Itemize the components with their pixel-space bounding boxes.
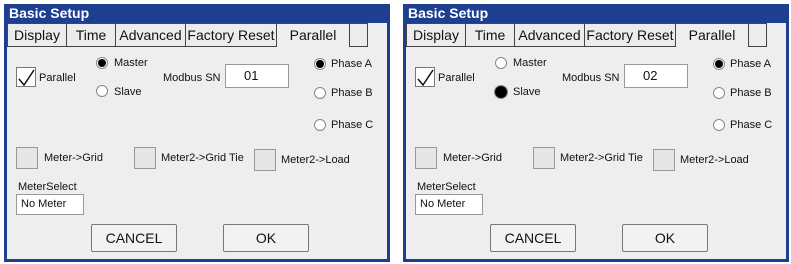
meter2-grid-tie-button[interactable] bbox=[533, 147, 555, 169]
modbus-sn-field[interactable]: 01 bbox=[225, 64, 289, 88]
slave-radio[interactable] bbox=[96, 85, 108, 97]
master-label: Master bbox=[114, 57, 148, 69]
phase-b-radio[interactable] bbox=[713, 87, 725, 99]
phase-c-label: Phase C bbox=[331, 119, 374, 131]
check-mark-icon bbox=[417, 69, 434, 87]
tab-factory-reset[interactable]: Factory Reset bbox=[585, 23, 676, 47]
cancel-button[interactable]: CANCEL bbox=[490, 224, 576, 252]
cancel-button[interactable]: CANCEL bbox=[91, 224, 177, 252]
phase-a-radio[interactable] bbox=[713, 58, 725, 70]
meter2-grid-tie-label: Meter2->Grid Tie bbox=[560, 152, 643, 164]
slave-radio[interactable] bbox=[494, 85, 508, 99]
meter-select-field[interactable]: No Meter bbox=[16, 194, 84, 215]
tab-bar: Display Time Advanced Factory Reset Para… bbox=[7, 23, 368, 47]
radio-selected-dot bbox=[715, 60, 723, 68]
ok-button[interactable]: OK bbox=[223, 224, 309, 252]
setup-panel: Display Time Advanced Factory Reset Para… bbox=[7, 23, 387, 259]
basic-setup-window-1: Basic Setup Display Time Advanced Factor… bbox=[4, 4, 390, 262]
tab-display[interactable]: Display bbox=[7, 23, 67, 47]
parallel-checkbox[interactable] bbox=[16, 67, 36, 87]
meter2-grid-tie-button[interactable] bbox=[134, 147, 156, 169]
meter-select-label: MeterSelect bbox=[18, 181, 77, 193]
meter2-load-label: Meter2->Load bbox=[680, 154, 749, 166]
meter-select-label: MeterSelect bbox=[417, 181, 476, 193]
radio-selected-dot bbox=[495, 86, 507, 98]
phase-c-radio[interactable] bbox=[314, 119, 326, 131]
master-label: Master bbox=[513, 57, 547, 69]
tab-advanced[interactable]: Advanced bbox=[116, 23, 186, 47]
meter2-load-label: Meter2->Load bbox=[281, 154, 350, 166]
meter-grid-button[interactable] bbox=[415, 147, 437, 169]
modbus-sn-label: Modbus SN bbox=[163, 72, 221, 84]
tab-time[interactable]: Time bbox=[466, 23, 515, 47]
tab-parallel[interactable]: Parallel bbox=[277, 23, 350, 47]
tab-filler bbox=[749, 23, 767, 47]
meter2-load-button[interactable] bbox=[254, 149, 276, 171]
meter2-load-button[interactable] bbox=[653, 149, 675, 171]
tab-bar: Display Time Advanced Factory Reset Para… bbox=[406, 23, 767, 47]
phase-b-radio[interactable] bbox=[314, 87, 326, 99]
window-title: Basic Setup bbox=[9, 5, 90, 21]
radio-selected-dot bbox=[316, 60, 324, 68]
phase-c-radio[interactable] bbox=[713, 119, 725, 131]
tab-time[interactable]: Time bbox=[67, 23, 116, 47]
tab-display[interactable]: Display bbox=[406, 23, 466, 47]
tab-advanced[interactable]: Advanced bbox=[515, 23, 585, 47]
basic-setup-window-2: Basic Setup Display Time Advanced Factor… bbox=[403, 4, 789, 262]
phase-b-label: Phase B bbox=[730, 87, 772, 99]
tab-factory-reset[interactable]: Factory Reset bbox=[186, 23, 277, 47]
meter-select-field[interactable]: No Meter bbox=[415, 194, 483, 215]
meter-grid-button[interactable] bbox=[16, 147, 38, 169]
meter-grid-label: Meter->Grid bbox=[443, 152, 502, 164]
master-radio[interactable] bbox=[495, 57, 507, 69]
check-mark-icon bbox=[18, 69, 35, 87]
phase-a-label: Phase A bbox=[730, 58, 771, 70]
slave-label: Slave bbox=[513, 86, 541, 98]
parallel-label: Parallel bbox=[39, 72, 76, 84]
modbus-sn-field[interactable]: 02 bbox=[624, 64, 688, 88]
phase-a-radio[interactable] bbox=[314, 58, 326, 70]
phase-b-label: Phase B bbox=[331, 87, 373, 99]
meter2-grid-tie-label: Meter2->Grid Tie bbox=[161, 152, 244, 164]
ok-button[interactable]: OK bbox=[622, 224, 708, 252]
phase-c-label: Phase C bbox=[730, 119, 773, 131]
slave-label: Slave bbox=[114, 86, 142, 98]
master-radio[interactable] bbox=[96, 57, 108, 69]
parallel-label: Parallel bbox=[438, 72, 475, 84]
setup-panel: Display Time Advanced Factory Reset Para… bbox=[406, 23, 786, 259]
tab-filler bbox=[350, 23, 368, 47]
tab-parallel[interactable]: Parallel bbox=[676, 23, 749, 47]
window-title: Basic Setup bbox=[408, 5, 489, 21]
radio-selected-dot bbox=[98, 59, 106, 67]
parallel-checkbox[interactable] bbox=[415, 67, 435, 87]
modbus-sn-label: Modbus SN bbox=[562, 72, 620, 84]
meter-grid-label: Meter->Grid bbox=[44, 152, 103, 164]
phase-a-label: Phase A bbox=[331, 58, 372, 70]
